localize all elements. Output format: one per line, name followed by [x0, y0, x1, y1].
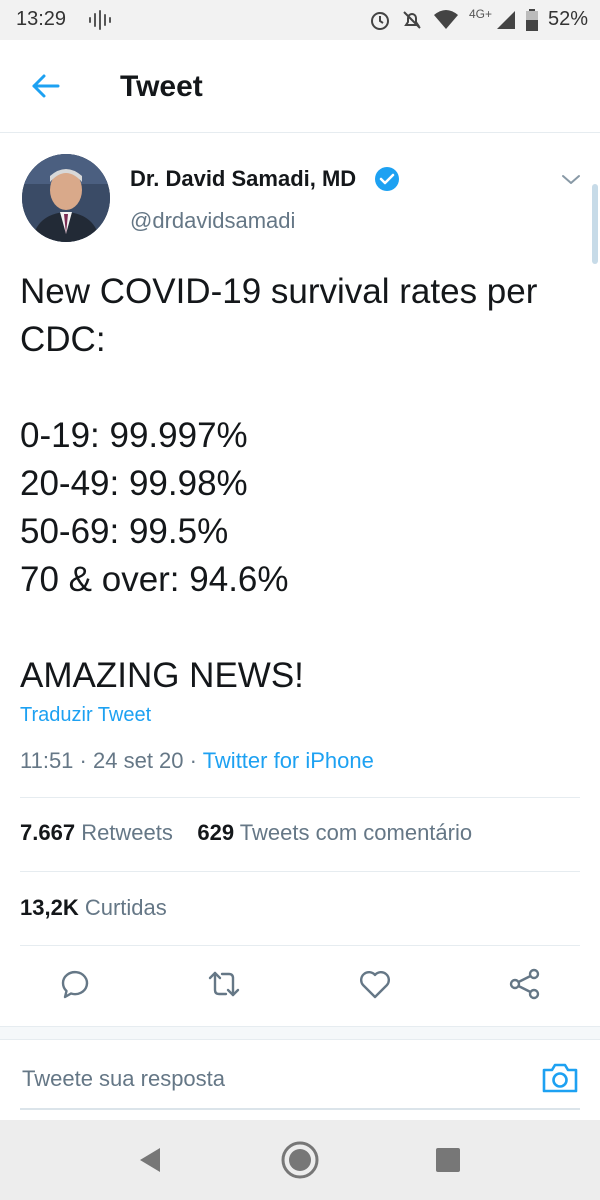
tweet-line: 70 & over: 94.6%: [20, 560, 289, 599]
verified-badge-icon: [375, 167, 399, 191]
signal-icon: [496, 10, 515, 29]
nav-back-icon[interactable]: [130, 1140, 170, 1180]
quotes-count: 629: [197, 820, 235, 845]
likes-stat[interactable]: 13,2K Curtidas: [20, 895, 167, 921]
nav-home-icon[interactable]: [280, 1140, 320, 1180]
app-bar: Tweet: [0, 40, 600, 133]
system-nav-bar: [0, 1120, 600, 1200]
tweet-line: New COVID-19 survival rates per: [20, 272, 538, 311]
likes-label: Curtidas: [84, 895, 167, 920]
reply-input[interactable]: [20, 1058, 524, 1100]
engagement-stats: 7.667 Retweets 629 Tweets com comentário: [20, 820, 472, 846]
battery-level: 52%: [547, 8, 588, 30]
nav-recents-icon[interactable]: [428, 1140, 468, 1180]
wifi-icon: [433, 9, 458, 29]
tweet-source-link[interactable]: Twitter for iPhone: [203, 748, 374, 773]
chevron-down-icon[interactable]: [560, 168, 582, 190]
retweets-stat[interactable]: 7.667 Retweets: [20, 820, 173, 845]
retweets-label: Retweets: [81, 820, 173, 845]
status-bar: 13:29 4G+ 52%: [0, 0, 600, 40]
tweet-date: 24 set 20: [93, 748, 184, 773]
tweet-line: 20-49: 99.98%: [20, 464, 248, 503]
alarm-icon: [370, 11, 389, 30]
retweets-count: 7.667: [20, 820, 76, 845]
quotes-stat[interactable]: 629 Tweets com comentário: [197, 820, 472, 845]
retweet-icon[interactable]: [206, 966, 242, 1002]
battery-icon: [525, 8, 538, 31]
network-type: 4G+: [468, 6, 492, 21]
avatar[interactable]: [22, 154, 110, 242]
scrollbar[interactable]: [592, 184, 598, 264]
section-separator: [0, 1026, 600, 1040]
meta-separator: ·: [189, 748, 203, 773]
tweet-line: [20, 364, 580, 412]
camera-icon[interactable]: [540, 1058, 580, 1098]
tweet-time: 11:51: [20, 748, 74, 773]
notifications-off-icon: [403, 10, 421, 29]
reply-icon[interactable]: [57, 966, 93, 1002]
divider: [20, 945, 580, 946]
likes-count: 13,2K: [20, 895, 79, 920]
status-icons: 4G+ 52%: [369, 6, 588, 31]
tweet-meta: 11:51 · 24 set 20 · Twitter for iPhone: [20, 748, 374, 774]
tweet-text: New COVID-19 survival rates per CDC: 0-1…: [20, 268, 580, 700]
author-name[interactable]: Dr. David Samadi, MD: [130, 166, 356, 192]
like-heart-icon[interactable]: [357, 966, 393, 1002]
page-title: Tweet: [120, 70, 203, 103]
tweet-line: [20, 604, 580, 652]
tweet-line: AMAZING NEWS!: [20, 656, 304, 695]
share-icon[interactable]: [507, 966, 543, 1002]
translate-tweet-link[interactable]: Traduzir Tweet: [20, 704, 151, 727]
divider: [20, 871, 580, 872]
author-handle[interactable]: @drdavidsamadi: [130, 208, 295, 234]
tweet-line: 50-69: 99.5%: [20, 512, 229, 551]
tweet-line: CDC:: [20, 320, 106, 359]
reply-underline: [20, 1108, 580, 1110]
tweet-line: 0-19: 99.997%: [20, 416, 248, 455]
quotes-label: Tweets com comentário: [239, 820, 473, 845]
audio-wave-icon: [89, 10, 111, 30]
back-arrow-icon[interactable]: [30, 70, 62, 102]
divider: [20, 797, 580, 798]
tweet-actions: [0, 966, 600, 1010]
status-time: 13:29: [16, 8, 67, 30]
meta-separator: ·: [79, 748, 93, 773]
